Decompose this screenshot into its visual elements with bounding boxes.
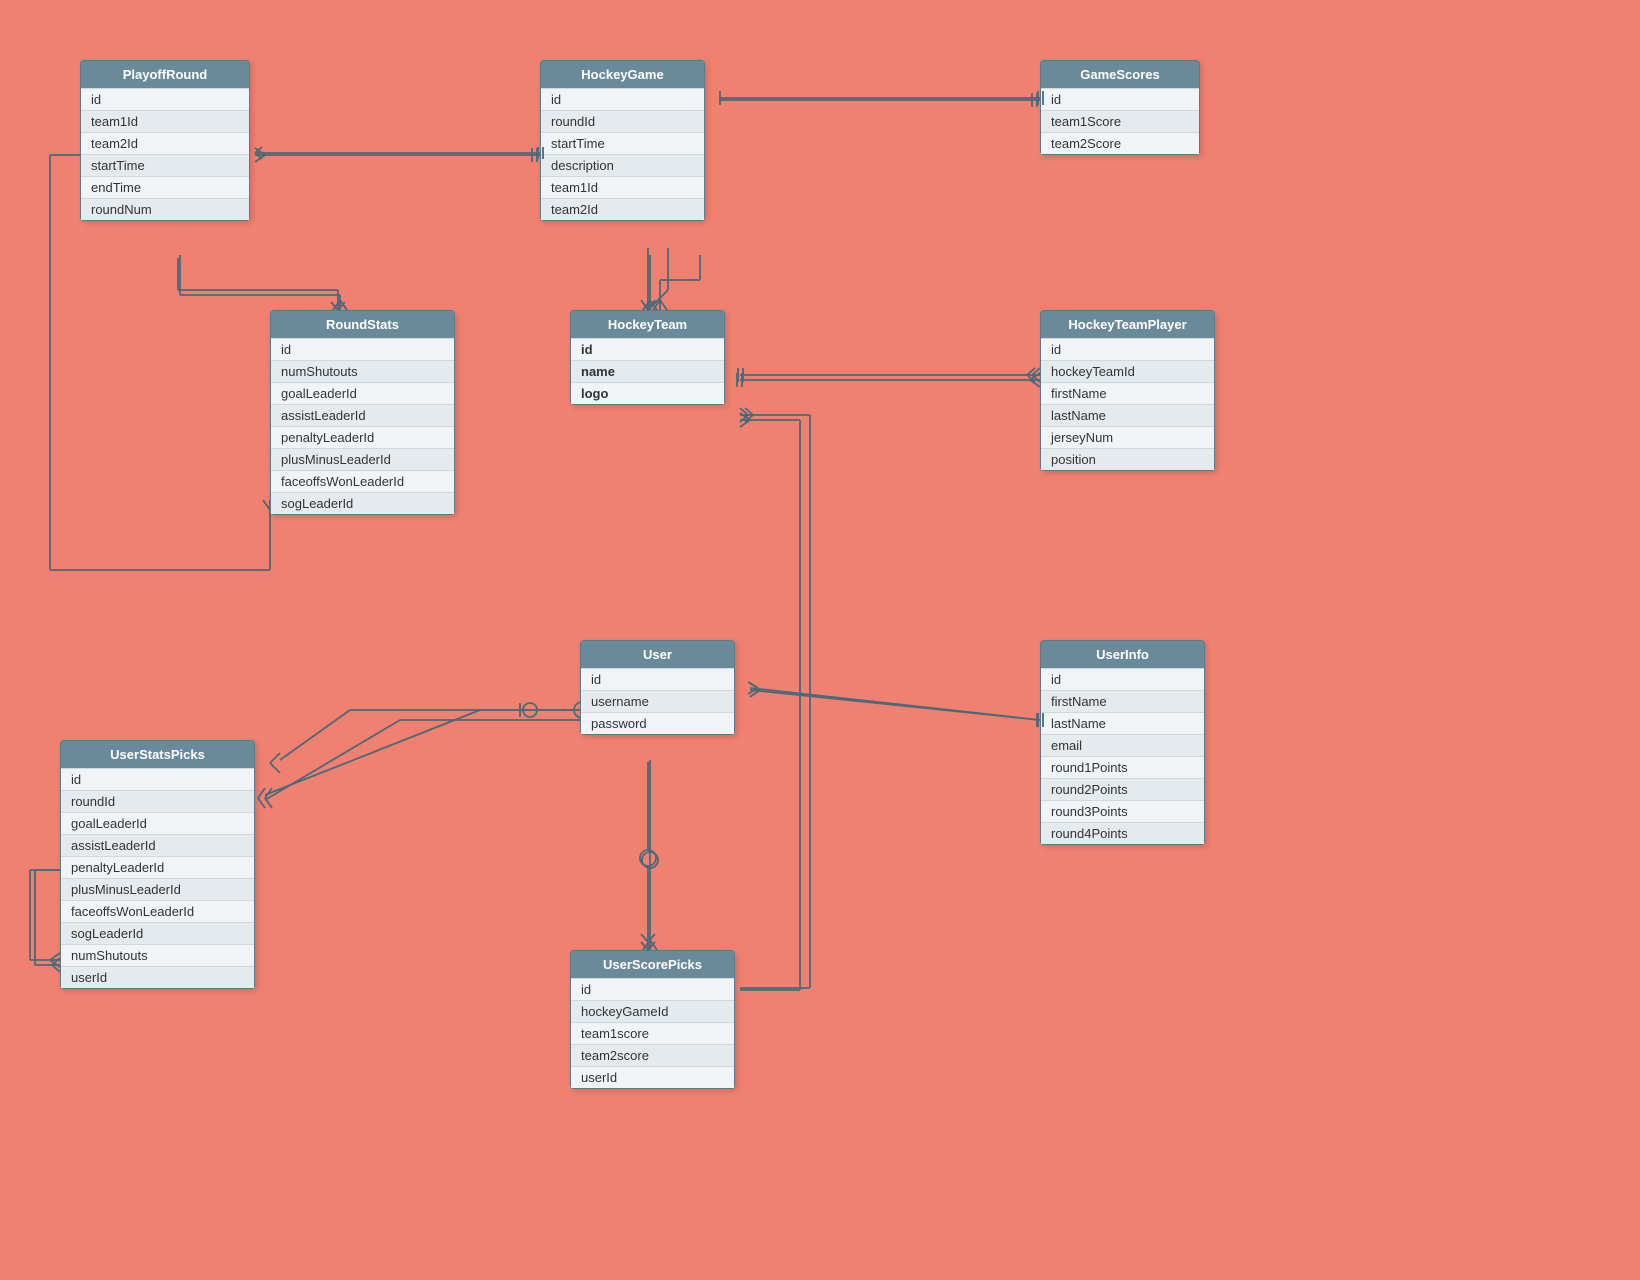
- field-u-id: id: [581, 668, 734, 690]
- table-header-hockey-team-player: HockeyTeamPlayer: [1041, 311, 1214, 338]
- field-rs-faceoffswonleaderid: faceoffsWonLeaderId: [271, 470, 454, 492]
- field-ht-id: id: [571, 338, 724, 360]
- diagram-container: PlayoffRound id team1Id team2Id startTim…: [0, 0, 1640, 1280]
- field-usp-goalleaderid: goalLeaderId: [61, 812, 254, 834]
- field-pr-team1id: team1Id: [81, 110, 249, 132]
- field-htp-id: id: [1041, 338, 1214, 360]
- field-usp-assistleaderid: assistLeaderId: [61, 834, 254, 856]
- field-hg-id: id: [541, 88, 704, 110]
- field-usp-numshutouts: numShutouts: [61, 944, 254, 966]
- field-rs-assistleaderid: assistLeaderId: [271, 404, 454, 426]
- table-user-stats-picks: UserStatsPicks id roundId goalLeaderId a…: [60, 740, 255, 989]
- field-ui-round2points: round2Points: [1041, 778, 1204, 800]
- field-ui-lastname: lastName: [1041, 712, 1204, 734]
- field-hg-team2id: team2Id: [541, 198, 704, 220]
- field-htp-firstname: firstName: [1041, 382, 1214, 404]
- table-header-user-score-picks: UserScorePicks: [571, 951, 734, 978]
- field-ht-name: name: [571, 360, 724, 382]
- field-rs-penaltyleaderid: penaltyLeaderId: [271, 426, 454, 448]
- table-header-user-stats-picks: UserStatsPicks: [61, 741, 254, 768]
- field-usp-userid: userId: [61, 966, 254, 988]
- table-header-round-stats: RoundStats: [271, 311, 454, 338]
- field-usp-penaltyleaderid: penaltyLeaderId: [61, 856, 254, 878]
- table-header-playoff-round: PlayoffRound: [81, 61, 249, 88]
- table-header-hockey-team: HockeyTeam: [571, 311, 724, 338]
- field-u-username: username: [581, 690, 734, 712]
- table-hockey-game: HockeyGame id roundId startTime descript…: [540, 60, 705, 221]
- field-usp-id: id: [61, 768, 254, 790]
- field-pr-starttime: startTime: [81, 154, 249, 176]
- table-user: User id username password: [580, 640, 735, 735]
- table-header-game-scores: GameScores: [1041, 61, 1199, 88]
- field-uscp-team2score: team2score: [571, 1044, 734, 1066]
- table-user-score-picks: UserScorePicks id hockeyGameId team1scor…: [570, 950, 735, 1089]
- field-hg-starttime: startTime: [541, 132, 704, 154]
- field-pr-endtime: endTime: [81, 176, 249, 198]
- table-header-user-info: UserInfo: [1041, 641, 1204, 668]
- field-rs-goalleaderid: goalLeaderId: [271, 382, 454, 404]
- field-uscp-userid: userId: [571, 1066, 734, 1088]
- table-header-hockey-game: HockeyGame: [541, 61, 704, 88]
- field-hg-roundid: roundId: [541, 110, 704, 132]
- field-ui-round1points: round1Points: [1041, 756, 1204, 778]
- field-gs-team2score: team2Score: [1041, 132, 1199, 154]
- field-usp-plusminusleaderid: plusMinusLeaderId: [61, 878, 254, 900]
- field-usp-sogleaderid: sogLeaderId: [61, 922, 254, 944]
- field-rs-plusminusleaderid: plusMinusLeaderId: [271, 448, 454, 470]
- field-htp-lastname: lastName: [1041, 404, 1214, 426]
- table-playoff-round: PlayoffRound id team1Id team2Id startTim…: [80, 60, 250, 221]
- table-hockey-team-player: HockeyTeamPlayer id hockeyTeamId firstNa…: [1040, 310, 1215, 471]
- field-uscp-team1score: team1score: [571, 1022, 734, 1044]
- field-hg-team1id: team1Id: [541, 176, 704, 198]
- field-ui-round4points: round4Points: [1041, 822, 1204, 844]
- field-ui-email: email: [1041, 734, 1204, 756]
- field-ui-firstname: firstName: [1041, 690, 1204, 712]
- field-u-password: password: [581, 712, 734, 734]
- field-uscp-id: id: [571, 978, 734, 1000]
- table-round-stats: RoundStats id numShutouts goalLeaderId a…: [270, 310, 455, 515]
- field-hg-description: description: [541, 154, 704, 176]
- field-pr-id: id: [81, 88, 249, 110]
- field-gs-team1score: team1Score: [1041, 110, 1199, 132]
- table-header-user: User: [581, 641, 734, 668]
- field-usp-faceoffswonleaderid: faceoffsWonLeaderId: [61, 900, 254, 922]
- field-pr-team2id: team2Id: [81, 132, 249, 154]
- field-htp-position: position: [1041, 448, 1214, 470]
- field-rs-id: id: [271, 338, 454, 360]
- field-htp-jerseynum: jerseyNum: [1041, 426, 1214, 448]
- field-ht-logo: logo: [571, 382, 724, 404]
- field-gs-id: id: [1041, 88, 1199, 110]
- table-game-scores: GameScores id team1Score team2Score: [1040, 60, 1200, 155]
- field-rs-numshutouts: numShutouts: [271, 360, 454, 382]
- field-htp-hockeyteamid: hockeyTeamId: [1041, 360, 1214, 382]
- field-ui-round3points: round3Points: [1041, 800, 1204, 822]
- field-rs-sogleaderid: sogLeaderId: [271, 492, 454, 514]
- field-usp-roundid: roundId: [61, 790, 254, 812]
- field-ui-id: id: [1041, 668, 1204, 690]
- field-pr-roundnum: roundNum: [81, 198, 249, 220]
- table-hockey-team: HockeyTeam id name logo: [570, 310, 725, 405]
- table-user-info: UserInfo id firstName lastName email rou…: [1040, 640, 1205, 845]
- field-uscp-hockeygameid: hockeyGameId: [571, 1000, 734, 1022]
